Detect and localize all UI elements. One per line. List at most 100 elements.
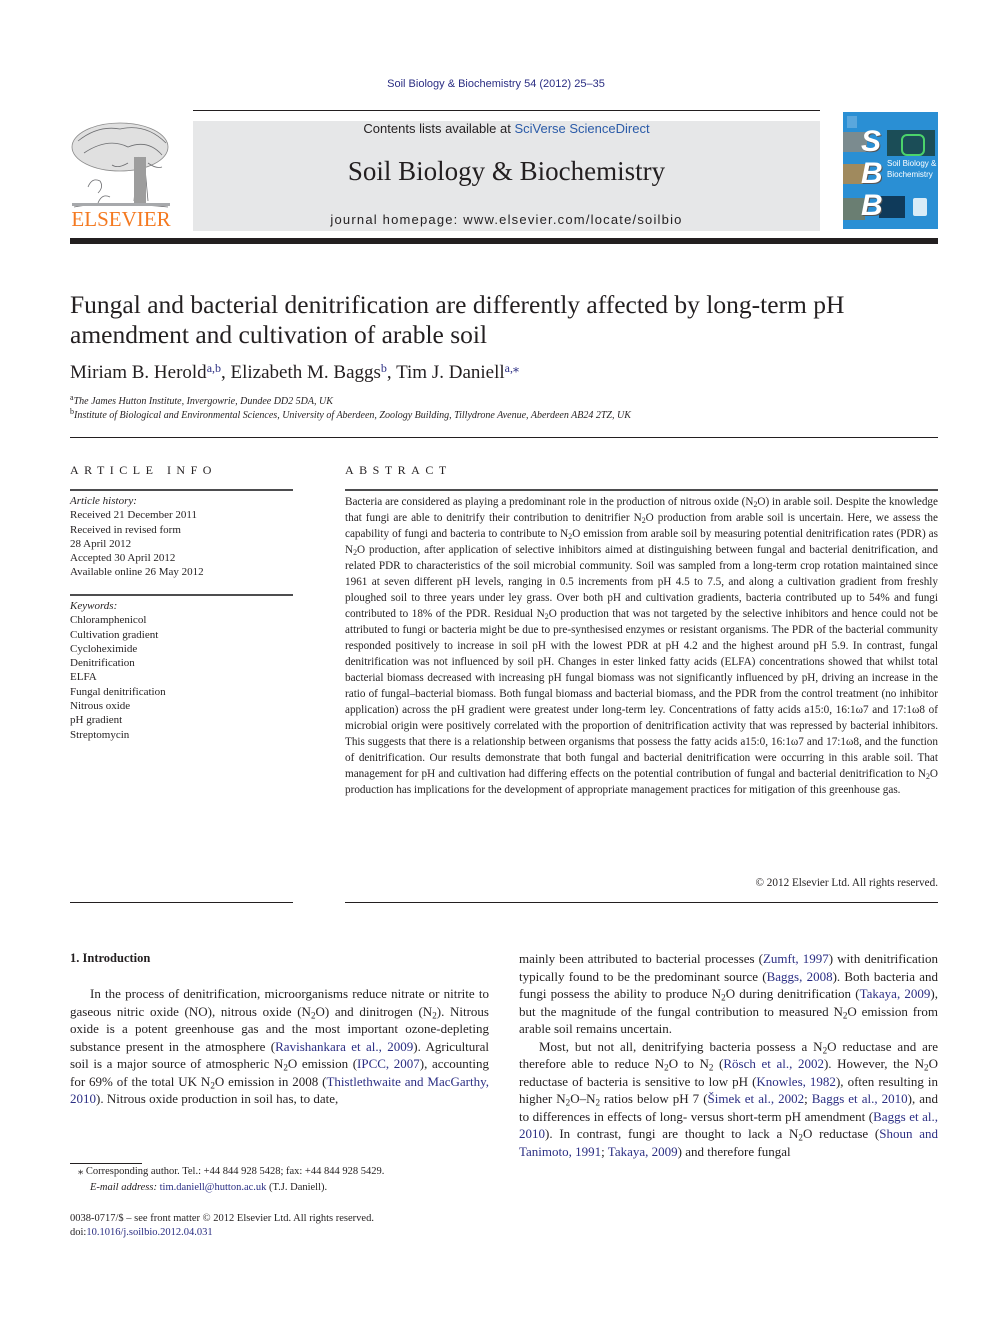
section-divider xyxy=(70,437,938,438)
author-affil-ref[interactable]: a,⁎ xyxy=(505,361,519,375)
keywords-label: Keywords: xyxy=(70,600,118,612)
journal-homepage[interactable]: journal homepage: www.elsevier.com/locat… xyxy=(193,212,820,227)
text-run: O during denitrification ( xyxy=(725,986,860,1001)
keyword-item[interactable]: Denitrification xyxy=(70,656,293,670)
sciencedirect-link[interactable]: SciVerse ScienceDirect xyxy=(514,121,649,136)
history-item: Received 21 December 2011 xyxy=(70,509,197,522)
text-run: O emission ( xyxy=(287,1056,358,1071)
article-info-heading: ARTICLE INFO xyxy=(70,463,217,477)
doi-link[interactable]: 10.1016/j.soilbio.2012.04.031 xyxy=(86,1227,212,1238)
article-history: Article history: Received 21 December 20… xyxy=(70,494,293,580)
author-list: Miriam B. Herolda,b, Elizabeth M. Baggsb… xyxy=(70,362,519,384)
text-run: O reductase ( xyxy=(802,1126,880,1141)
abstract-rule xyxy=(345,489,938,491)
text-run: O emission in 2008 ( xyxy=(214,1073,327,1089)
introduction-left-column: In the process of denitrification, micro… xyxy=(70,985,489,1108)
journal-name: Soil Biology & Biochemistry xyxy=(347,156,666,186)
author-name[interactable]: Tim J. Daniell xyxy=(396,362,505,383)
keywords-list: Chloramphenicol Cultivation gradient Cyclo… xyxy=(70,613,293,742)
citation-link[interactable]: Takaya, 2009 xyxy=(860,986,931,1001)
keyword-item[interactable]: Streptomycin xyxy=(70,728,293,742)
running-head[interactable]: Soil Biology & Biochemistry 54 (2012) 25… xyxy=(0,78,992,90)
author-name[interactable]: Miriam B. Herold xyxy=(70,362,207,383)
introduction-paragraph: Most, but not all, denitrifying bacteria… xyxy=(519,1038,938,1161)
citation-link[interactable]: Zumft, 1997 xyxy=(763,951,829,966)
affiliation-text: The James Hutton Institute, Invergowrie,… xyxy=(73,396,333,407)
cover-sbb-letters: S B B xyxy=(861,125,883,222)
header-thick-rule xyxy=(70,238,938,244)
text-run: ratios below pH 7 ( xyxy=(600,1091,708,1106)
header-rule xyxy=(193,110,820,111)
cover-title: Soil Biology & Biochemistry xyxy=(887,159,937,179)
author-name[interactable]: Elizabeth M. Baggs xyxy=(231,362,381,383)
text-run: O to N xyxy=(668,1056,709,1071)
text-run: ). Nitrous oxide production in soil has,… xyxy=(96,1091,339,1106)
elsevier-logo: ELSEVIER xyxy=(68,117,174,233)
text-run: Most, but not all, denitrifying bacteria… xyxy=(539,1038,823,1054)
citation-link[interactable]: Baggs, 2008 xyxy=(767,969,833,984)
abstract-copyright: © 2012 Elsevier Ltd. All rights reserved… xyxy=(755,877,939,889)
text-run: Bacteria are considered as playing a pre… xyxy=(345,496,754,508)
keywords-block: Keywords: Chloramphenicol Cultivation gra… xyxy=(70,599,293,742)
text-run: ) and therefore fungal xyxy=(677,1143,791,1159)
citation-link[interactable]: Rösch et al., 2002 xyxy=(723,1056,824,1071)
citation-link[interactable]: Ravishankara et al., 2009 xyxy=(275,1039,413,1054)
keyword-item[interactable]: pH gradient xyxy=(70,713,293,727)
contents-prefix: Contents lists available at xyxy=(363,121,515,136)
affiliation-b: bInstitute of Biological and Environment… xyxy=(70,408,631,422)
text-run: ; xyxy=(601,1143,608,1159)
keywords-rule xyxy=(70,594,293,596)
cover-publisher-mark xyxy=(847,116,857,128)
history-item: 28 April 2012 xyxy=(70,537,132,550)
citation-link[interactable]: IPCC, 2007 xyxy=(357,1056,420,1071)
text-run: O–N xyxy=(570,1091,596,1106)
article-info-rule xyxy=(70,489,293,491)
citation-link[interactable]: Baggs et al., 2010 xyxy=(812,1091,908,1106)
abstract-heading: ABSTRACT xyxy=(345,463,452,477)
text-run: ). In contrast, fungi are thought to lac… xyxy=(545,1126,799,1141)
text-run: ). However, the N xyxy=(823,1056,925,1071)
text-run: O production that was not targeted by th… xyxy=(345,608,939,780)
history-item: Received in revised form xyxy=(70,523,181,536)
history-list: Received 21 December 2011 Received in rev… xyxy=(70,508,293,579)
citation-link[interactable]: Knowles, 1982 xyxy=(756,1074,836,1089)
author-affil-ref[interactable]: a,b xyxy=(207,361,221,375)
author-separator: , xyxy=(221,362,231,383)
keyword-item[interactable]: Cycloheximide xyxy=(70,642,293,656)
article-title: Fungal and bacterial denitrification are… xyxy=(70,290,845,349)
keyword-item[interactable]: Nitrous oxide xyxy=(70,699,293,713)
contents-line: Contents lists available at SciVerse Sci… xyxy=(193,121,820,136)
introduction-heading: 1. Introduction xyxy=(70,951,151,965)
affiliation-text: Institute of Biological and Environmenta… xyxy=(74,410,631,421)
article-info-bottom-rule xyxy=(70,902,293,903)
issn-line: 0038-0717/$ – see front matter © 2012 El… xyxy=(70,1213,374,1224)
keyword-item[interactable]: Fungal denitrification xyxy=(70,685,293,699)
history-item: Accepted 30 April 2012 xyxy=(70,552,176,565)
doi-line: doi:10.1016/j.soilbio.2012.04.031 xyxy=(70,1225,213,1240)
email-label: E-mail address: xyxy=(90,1182,157,1193)
introduction-paragraph: mainly been attributed to bacterial proc… xyxy=(519,950,938,1038)
email-link[interactable]: tim.daniell@hutton.ac.uk xyxy=(160,1182,267,1193)
doi-prefix: doi: xyxy=(70,1227,87,1238)
keyword-item[interactable]: Cultivation gradient xyxy=(70,628,293,642)
history-label: Article history: xyxy=(70,495,137,507)
citation-link[interactable]: Takaya, 2009 xyxy=(608,1144,678,1159)
elsevier-wordmark: ELSEVIER xyxy=(71,207,171,231)
affiliation-a: aThe James Hutton Institute, Invergowrie… xyxy=(70,394,333,408)
email-note: E-mail address: tim.daniell@hutton.ac.uk… xyxy=(70,1180,327,1195)
keyword-item[interactable]: Chloramphenicol xyxy=(70,613,293,627)
text-run: ; xyxy=(804,1091,812,1106)
text-run: O) and di­nitrogen (N xyxy=(315,1003,433,1019)
cover-society-badge xyxy=(913,198,927,216)
author-separator: , xyxy=(386,362,397,383)
journal-cover: S B B Soil Biology & Biochemistry xyxy=(843,112,938,229)
history-item: Available online 26 May 2012 xyxy=(70,566,204,579)
cover-image-2 xyxy=(887,130,935,156)
abstract-text: Bacteria are considered as playing a pre… xyxy=(345,494,938,798)
corresponding-author-note: ⁎ Corresponding author. Tel.: +44 844 92… xyxy=(78,1166,385,1177)
citation-link[interactable]: Šimek et al., 2002 xyxy=(708,1091,805,1106)
email-suffix: (T.J. Daniell). xyxy=(266,1182,328,1193)
introduction-right-column: mainly been attributed to bacterial proc… xyxy=(519,950,938,1160)
keyword-item[interactable]: ELFA xyxy=(70,670,293,684)
text-run: ( xyxy=(713,1056,724,1071)
